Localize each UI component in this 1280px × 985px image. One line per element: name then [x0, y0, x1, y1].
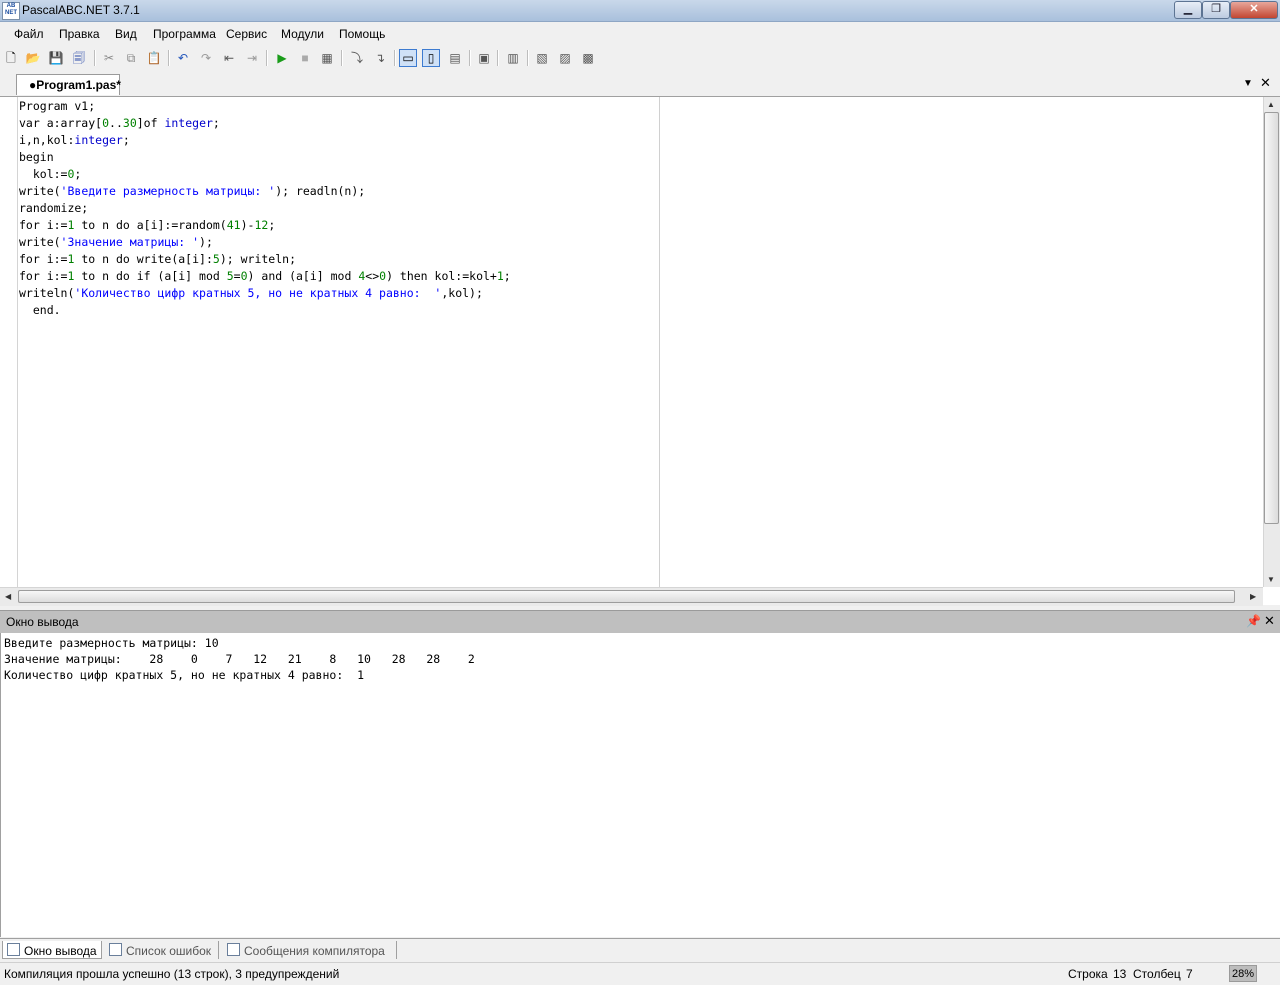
- toolbar-separator: [266, 50, 268, 66]
- cut-icon[interactable]: ✂: [100, 49, 118, 67]
- new-file-icon[interactable]: 🗋: [2, 49, 20, 67]
- code-line[interactable]: write('Значение матрицы: ');: [19, 234, 511, 251]
- toolbar-separator: [168, 50, 170, 66]
- margin-line: [659, 97, 660, 587]
- code-line[interactable]: var a:array[0..30]of integer;: [19, 115, 511, 132]
- redo-icon[interactable]: ↷: [197, 49, 215, 67]
- module-icon[interactable]: ▧: [533, 49, 551, 67]
- undo-icon[interactable]: ↶: [174, 49, 192, 67]
- status-row-label: Строка: [1068, 967, 1108, 981]
- menu-modules[interactable]: Модули: [281, 27, 324, 41]
- code-editor[interactable]: Program v1; var a:array[0..30]of integer;…: [0, 97, 1280, 606]
- close-tab-icon[interactable]: ✕: [1260, 75, 1271, 91]
- paste-icon[interactable]: 📋: [145, 49, 163, 67]
- pin-icon[interactable]: 📌: [1246, 614, 1261, 628]
- code-line[interactable]: randomize;: [19, 200, 511, 217]
- tab-program1[interactable]: ●Program1.pas*: [16, 74, 121, 95]
- close-panel-icon[interactable]: ✕: [1264, 613, 1275, 629]
- save-all-icon[interactable]: 🗐: [70, 49, 88, 67]
- code-line[interactable]: for i:=1 to n do write(a[i]:5); writeln;: [19, 251, 511, 268]
- toolbar-separator: [497, 50, 499, 66]
- app-icon: AB NET: [2, 2, 20, 20]
- window-title: PascalABC.NET 3.7.1: [22, 3, 140, 17]
- minimize-button[interactable]: ▁: [1174, 1, 1202, 19]
- code-line[interactable]: end.: [19, 302, 511, 319]
- format-code-icon[interactable]: ▤: [446, 49, 464, 67]
- tab-list-icon[interactable]: ▼: [1243, 78, 1253, 89]
- step-into-icon[interactable]: ⤵: [348, 49, 366, 67]
- compiler-messages-icon: [227, 943, 240, 956]
- copy-icon[interactable]: ⧉: [122, 49, 140, 67]
- tooltip-toggle-icon[interactable]: ▯: [422, 49, 440, 67]
- module-text-icon[interactable]: ▨: [556, 49, 574, 67]
- bottom-tab-bar: Окно вывода Список ошибок Сообщения комп…: [0, 938, 1280, 961]
- tab-error-list-label: Список ошибок: [126, 944, 212, 958]
- menu-help[interactable]: Помощь: [339, 27, 385, 41]
- status-col-label: Столбец: [1133, 967, 1181, 981]
- output-line: Количество цифр кратных 5, но не кратных…: [4, 668, 365, 682]
- tab-compiler-messages[interactable]: Сообщения компилятора: [223, 941, 397, 959]
- maximize-button[interactable]: ❐: [1202, 1, 1230, 19]
- tab-error-list[interactable]: Список ошибок: [105, 941, 219, 959]
- scroll-down-icon[interactable]: ▼: [1267, 575, 1275, 584]
- output-panel-title: Окно вывода: [6, 615, 79, 629]
- menu-edit[interactable]: Правка: [59, 27, 100, 41]
- close-window-button[interactable]: ✕: [1230, 1, 1278, 19]
- toolbar-separator: [469, 50, 471, 66]
- code-line[interactable]: for i:=1 to n do a[i]:=random(41)-12;: [19, 217, 511, 234]
- toolbar-separator: [341, 50, 343, 66]
- tab-output-window[interactable]: Окно вывода: [2, 941, 102, 959]
- editor-tab-strip: ●Program1.pas* ▼ ✕: [0, 72, 1280, 97]
- menu-service[interactable]: Сервис: [226, 27, 267, 41]
- output-line: Введите размерность матрицы: 10: [4, 636, 219, 650]
- toolbar-separator: [94, 50, 96, 66]
- code-line[interactable]: writeln('Количество цифр кратных 5, но н…: [19, 285, 511, 302]
- output-window-toggle-icon[interactable]: ▭: [399, 49, 417, 67]
- save-icon[interactable]: 💾: [47, 49, 65, 67]
- scroll-up-icon[interactable]: ▲: [1267, 100, 1275, 109]
- error-list-icon: [109, 943, 122, 956]
- editor-gutter: [0, 97, 18, 587]
- form-designer-icon[interactable]: ▥: [504, 49, 522, 67]
- menu-bar: Файл Правка Вид Программа Сервис Модули …: [0, 22, 1280, 44]
- toolbar-separator: [527, 50, 529, 66]
- open-folder-icon[interactable]: 📂: [24, 49, 42, 67]
- toolbar-separator: [394, 50, 396, 66]
- menu-view[interactable]: Вид: [115, 27, 137, 41]
- horizontal-scroll-thumb[interactable]: [18, 590, 1235, 603]
- title-bar: AB NET PascalABC.NET 3.7.1 ▁ ❐ ✕: [0, 0, 1280, 22]
- output-window-icon: [7, 943, 20, 956]
- nav-forward-icon[interactable]: ⇥: [243, 49, 261, 67]
- zoom-level: 28%: [1229, 965, 1257, 982]
- menu-program[interactable]: Программа: [153, 27, 216, 41]
- status-col-value: 7: [1186, 967, 1193, 981]
- output-panel[interactable]: Введите размерность матрицы: 10 Значение…: [0, 633, 1280, 937]
- code-line[interactable]: i,n,kol:integer;: [19, 132, 511, 149]
- scroll-left-icon[interactable]: ◀: [5, 592, 11, 601]
- status-bar: Компиляция прошла успешно (13 строк), 3 …: [0, 962, 1280, 985]
- settings-icon[interactable]: ▣: [475, 49, 493, 67]
- code-line[interactable]: begin: [19, 149, 511, 166]
- output-panel-header: Окно вывода 📌 ✕: [0, 610, 1280, 633]
- compile-icon[interactable]: ▦: [318, 49, 336, 67]
- vertical-scroll-thumb[interactable]: [1264, 112, 1279, 524]
- tab-compiler-messages-label: Сообщения компилятора: [244, 944, 385, 958]
- menu-file[interactable]: Файл: [14, 27, 44, 41]
- code-line[interactable]: kol:=0;: [19, 166, 511, 183]
- stop-icon[interactable]: ■: [296, 49, 314, 67]
- tab-output-label: Окно вывода: [24, 944, 97, 958]
- step-over-icon[interactable]: ↴: [371, 49, 389, 67]
- code-line[interactable]: for i:=1 to n do if (a[i] mod 5=0) and (…: [19, 268, 511, 285]
- code-line[interactable]: Program v1;: [19, 98, 511, 115]
- nav-back-icon[interactable]: ⇤: [220, 49, 238, 67]
- code-line[interactable]: write('Введите размерность матрицы: '); …: [19, 183, 511, 200]
- output-line: Значение матрицы: 28 0 7 12 21 8 10 28 2…: [4, 652, 475, 666]
- run-icon[interactable]: ▶: [273, 49, 291, 67]
- scroll-right-icon[interactable]: ▶: [1250, 592, 1256, 601]
- code-text[interactable]: Program v1; var a:array[0..30]of integer;…: [19, 98, 511, 319]
- status-message: Компиляция прошла успешно (13 строк), 3 …: [4, 967, 340, 981]
- module-robot-icon[interactable]: ▩: [579, 49, 597, 67]
- status-row-value: 13: [1113, 967, 1127, 981]
- toolbar: 🗋 📂 💾 🗐 ✂ ⧉ 📋 ↶ ↷ ⇤ ⇥ ▶ ■ ▦ ⤵ ↴ ▭ ▯ ▤ ▣ …: [0, 46, 1280, 70]
